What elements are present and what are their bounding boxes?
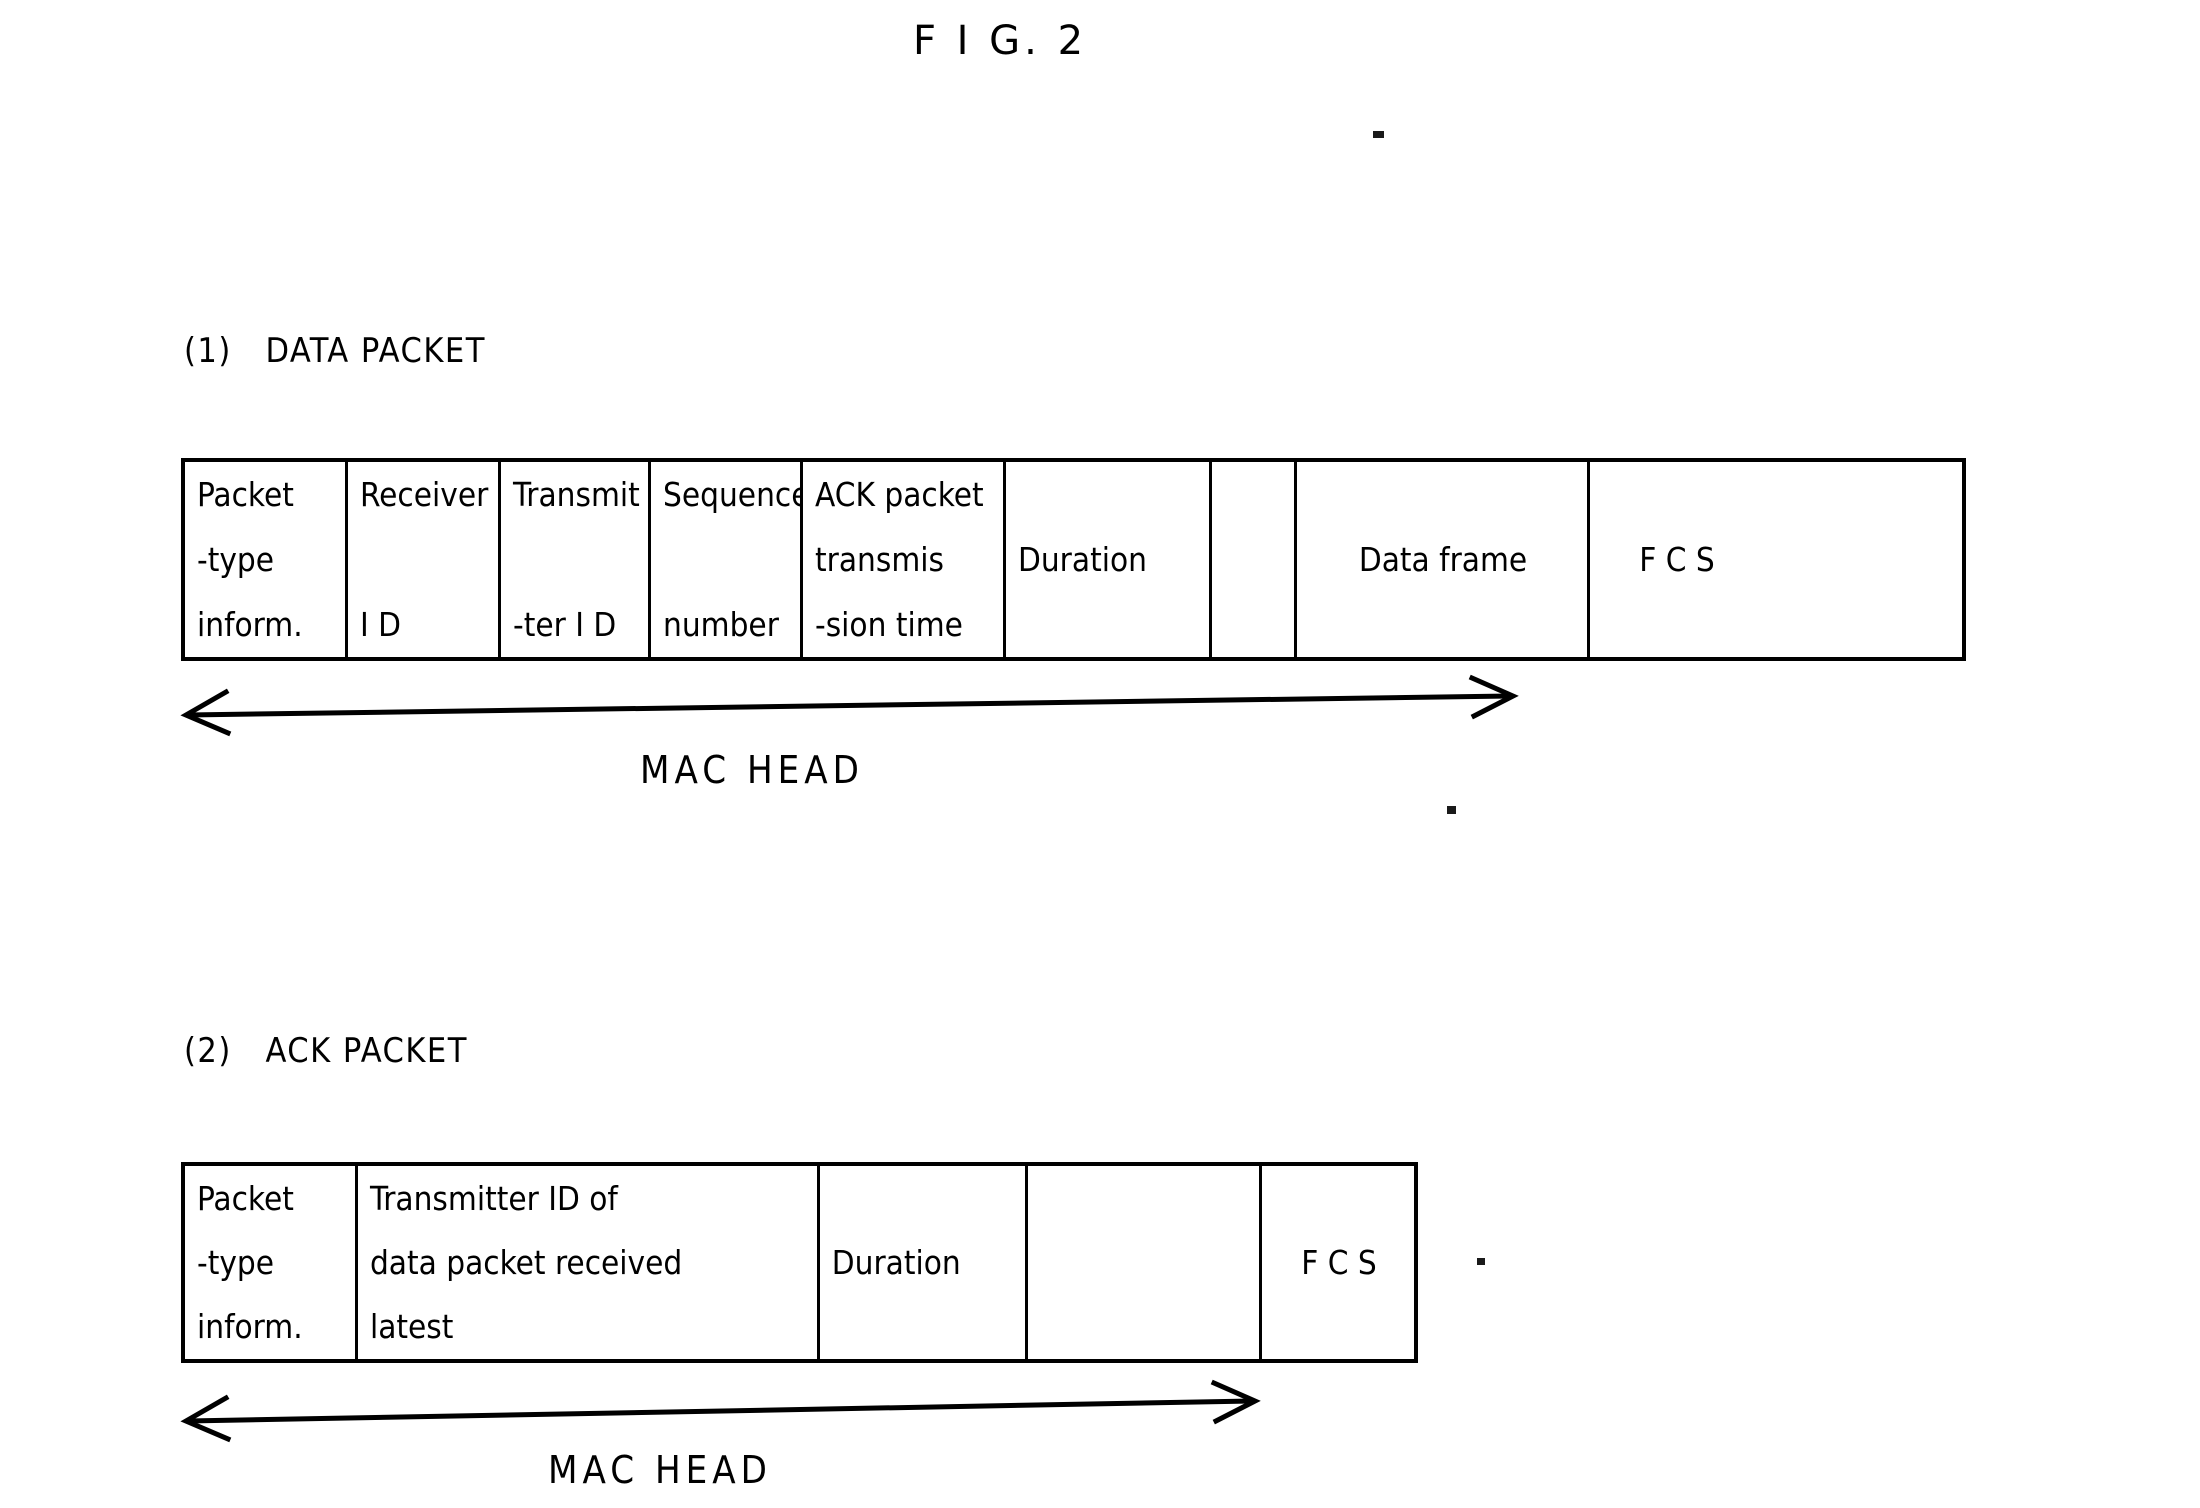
field-unlabeled xyxy=(1028,1166,1262,1359)
patent-figure-page: F I G. 2 (1) DATA PACKET Packet -type in… xyxy=(0,0,2200,1508)
field-line: inform. xyxy=(197,605,303,644)
ack-packet-structure: Packet -type inform. Transmitter ID of d… xyxy=(181,1162,1418,1363)
field-line: Packet xyxy=(197,1179,294,1218)
field-line: Packet xyxy=(197,475,294,514)
field-duration: Duration xyxy=(1006,462,1212,657)
field-line: Duration xyxy=(1018,540,1147,579)
field-data-frame: Data frame xyxy=(1297,462,1590,657)
field-line: Duration xyxy=(831,1243,961,1282)
field-line: ACK packet xyxy=(815,475,984,514)
scan-speck xyxy=(1373,131,1384,138)
field-line: number xyxy=(663,605,779,644)
section-label-ack-packet: (2) ACK PACKET xyxy=(184,1031,468,1071)
mac-head-label-data-packet: MAC HEAD xyxy=(640,748,864,792)
field-line: F C S xyxy=(1301,1243,1377,1282)
field-line: inform. xyxy=(197,1307,303,1346)
field-duration: Duration xyxy=(820,1166,1029,1359)
field-packet-type-information: Packet -type inform. xyxy=(185,1166,358,1359)
scan-speck xyxy=(1447,806,1456,814)
section-label-data-packet: (1) DATA PACKET xyxy=(184,331,486,371)
field-line: -sion time xyxy=(815,605,963,644)
field-transmitter-id-of-latest-data-packet: Transmitter ID of data packet received l… xyxy=(358,1166,820,1359)
field-line: Receiver xyxy=(360,475,489,514)
field-line: data packet received xyxy=(369,1243,683,1282)
field-line: -type xyxy=(197,540,275,579)
field-line: Transmit xyxy=(513,475,640,514)
field-packet-type-information: Packet -type inform. xyxy=(185,462,348,657)
field-ack-packet-transmission-time: ACK packet transmis -sion time xyxy=(803,462,1006,657)
field-fcs: F C S xyxy=(1262,1166,1414,1359)
mac-head-span-arrow-data-packet xyxy=(180,674,1525,737)
field-receiver-id: Receiver I D xyxy=(348,462,501,657)
scan-speck xyxy=(1477,1258,1485,1265)
field-line: transmis xyxy=(815,540,944,579)
field-line: F C S xyxy=(1639,540,1715,579)
field-unlabeled xyxy=(1212,462,1297,657)
field-transmitter-id: Transmit -ter I D xyxy=(501,462,651,657)
field-line: I D xyxy=(360,605,402,644)
field-fcs: F C S xyxy=(1590,462,1762,657)
field-line: Transmitter ID of xyxy=(369,1179,618,1218)
page-title: F I G. 2 xyxy=(912,18,1088,64)
field-line: -ter I D xyxy=(513,605,617,644)
field-line: -type xyxy=(197,1243,275,1282)
field-line: Data frame xyxy=(1358,540,1528,579)
mac-head-label-ack-packet: MAC HEAD xyxy=(548,1448,772,1492)
field-line: latest xyxy=(369,1307,454,1346)
mac-head-span-arrow-ack-packet xyxy=(180,1379,1265,1443)
data-packet-structure: Packet -type inform. Receiver I D Transm… xyxy=(181,458,1966,661)
field-sequence-number: Sequence number xyxy=(651,462,803,657)
field-line: Sequence xyxy=(663,475,803,514)
